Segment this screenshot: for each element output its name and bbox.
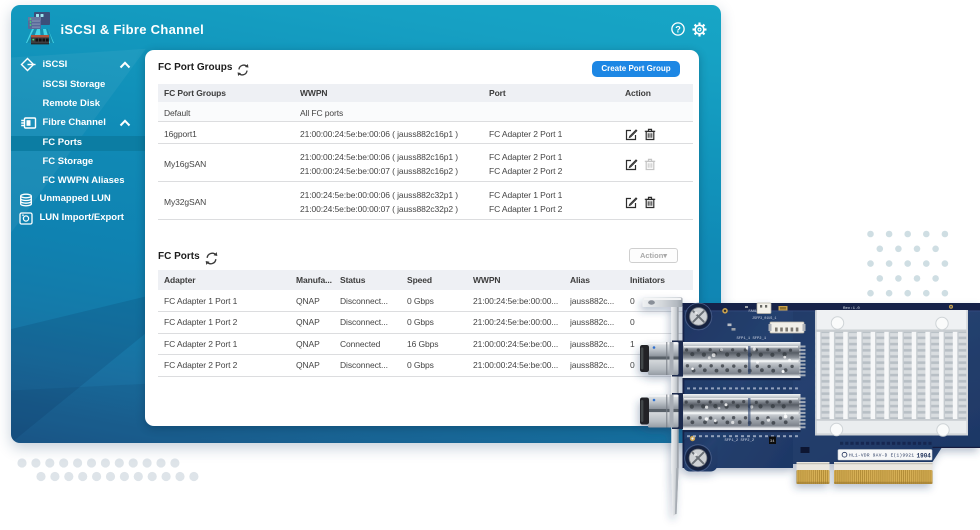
svg-text:1904: 1904: [917, 452, 932, 459]
svg-text:FAN1: FAN1: [749, 310, 757, 314]
svg-text:SFP1_2 SFP2_2: SFP1_2 SFP2_2: [725, 439, 755, 443]
svg-text:34: 34: [770, 440, 775, 444]
svg-text:SFP1_1 SFP2_1: SFP1_1 SFP2_1: [737, 337, 767, 341]
svg-text:HL1-VDR 9AV-D E(1)9921: HL1-VDR 9AV-D E(1)9921: [849, 453, 914, 458]
svg-text:JSFP3_01US_1: JSFP3_01US_1: [752, 317, 776, 321]
svg-text:?: ?: [675, 24, 681, 34]
